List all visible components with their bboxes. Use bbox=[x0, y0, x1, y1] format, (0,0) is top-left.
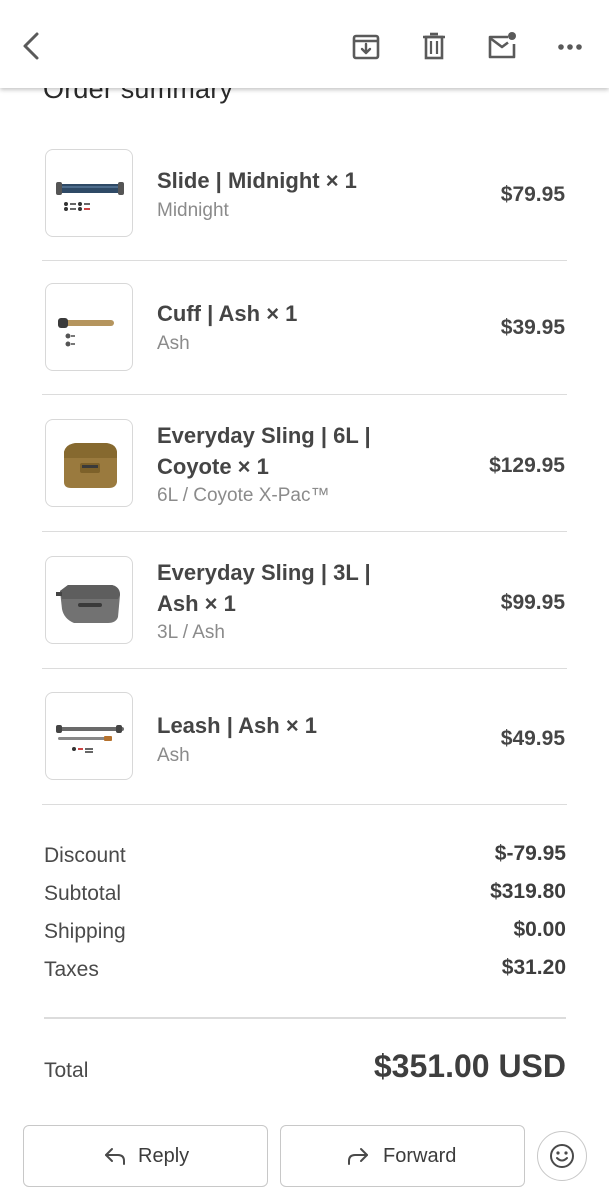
list-item: Slide | Midnight × 1 Midnight $79.95 bbox=[42, 128, 567, 261]
subtotal-row: Subtotal $319.80 bbox=[44, 876, 566, 914]
product-thumbnail[interactable] bbox=[45, 149, 133, 237]
item-price: $79.95 bbox=[500, 183, 565, 206]
discount-row: Discount $-79.95 bbox=[44, 838, 566, 876]
mail-unread-icon[interactable] bbox=[486, 30, 518, 62]
emoji-reaction-button[interactable] bbox=[537, 1131, 587, 1181]
product-thumbnail[interactable] bbox=[45, 283, 133, 371]
discount-value: $-79.95 bbox=[494, 842, 566, 865]
item-variant: Midnight bbox=[157, 200, 229, 221]
list-item: Everyday Sling | 6L | Coyote × 1 6L / Co… bbox=[42, 395, 567, 532]
order-items-list: Slide | Midnight × 1 Midnight $79.95 Cuf… bbox=[42, 128, 567, 805]
discount-label: Discount bbox=[44, 844, 126, 867]
item-price: $49.95 bbox=[500, 727, 565, 750]
item-title: Slide | Midnight × 1 bbox=[157, 168, 357, 193]
total-value: $351.00 USD bbox=[373, 1048, 566, 1084]
reply-label: Reply bbox=[138, 1145, 190, 1167]
archive-icon[interactable] bbox=[350, 30, 382, 62]
subtotal-value: $319.80 bbox=[490, 880, 566, 903]
taxes-label: Taxes bbox=[44, 958, 99, 981]
product-thumbnail[interactable] bbox=[45, 692, 133, 780]
list-item: Leash | Ash × 1 Ash $49.95 bbox=[42, 669, 567, 805]
item-variant: Ash bbox=[157, 745, 190, 766]
trash-icon[interactable] bbox=[418, 30, 450, 62]
forward-label: Forward bbox=[383, 1145, 457, 1167]
product-thumbnail[interactable] bbox=[45, 556, 133, 644]
shipping-row: Shipping $0.00 bbox=[44, 914, 566, 952]
taxes-row: Taxes $31.20 bbox=[44, 952, 566, 990]
taxes-value: $31.20 bbox=[501, 956, 566, 979]
item-price: $129.95 bbox=[489, 454, 565, 477]
list-item: Everyday Sling | 3L | Ash × 1 3L / Ash $… bbox=[42, 532, 567, 669]
item-variant: Ash bbox=[157, 333, 190, 354]
order-totals: Discount $-79.95 Subtotal $319.80 Shippi… bbox=[44, 838, 566, 990]
total-label: Total bbox=[44, 1059, 89, 1082]
emoji-smile-icon bbox=[550, 1144, 574, 1168]
item-price: $39.95 bbox=[500, 316, 565, 339]
item-title: Leash | Ash × 1 bbox=[157, 713, 318, 738]
item-title: Cuff | Ash × 1 bbox=[157, 301, 298, 326]
forward-icon bbox=[348, 1148, 368, 1165]
item-title-line-2: Coyote × 1 bbox=[157, 454, 269, 479]
email-toolbar bbox=[0, 0, 609, 88]
back-icon[interactable] bbox=[16, 30, 48, 62]
subtotal-label: Subtotal bbox=[44, 882, 122, 905]
reply-button[interactable]: Reply bbox=[23, 1125, 268, 1187]
item-title: Everyday Sling | 6L | bbox=[157, 423, 371, 448]
item-price: $99.95 bbox=[500, 591, 565, 614]
more-horizontal-icon[interactable] bbox=[554, 30, 586, 62]
item-title-line-2: Ash × 1 bbox=[157, 591, 236, 616]
totals-divider bbox=[44, 1017, 566, 1019]
list-item: Cuff | Ash × 1 Ash $39.95 bbox=[42, 261, 567, 395]
reply-icon bbox=[105, 1148, 125, 1165]
email-body: Order summary Slide | Midnight × 1 Midni… bbox=[0, 0, 609, 1200]
shipping-label: Shipping bbox=[44, 920, 126, 943]
item-variant: 3L / Ash bbox=[157, 622, 225, 643]
shipping-value: $0.00 bbox=[513, 918, 566, 941]
reply-action-bar: Reply Forward bbox=[0, 1108, 609, 1200]
forward-button[interactable]: Forward bbox=[280, 1125, 525, 1187]
item-title: Everyday Sling | 3L | bbox=[157, 560, 371, 585]
product-thumbnail[interactable] bbox=[45, 419, 133, 507]
item-variant: 6L / Coyote X-Pac™ bbox=[157, 485, 330, 506]
